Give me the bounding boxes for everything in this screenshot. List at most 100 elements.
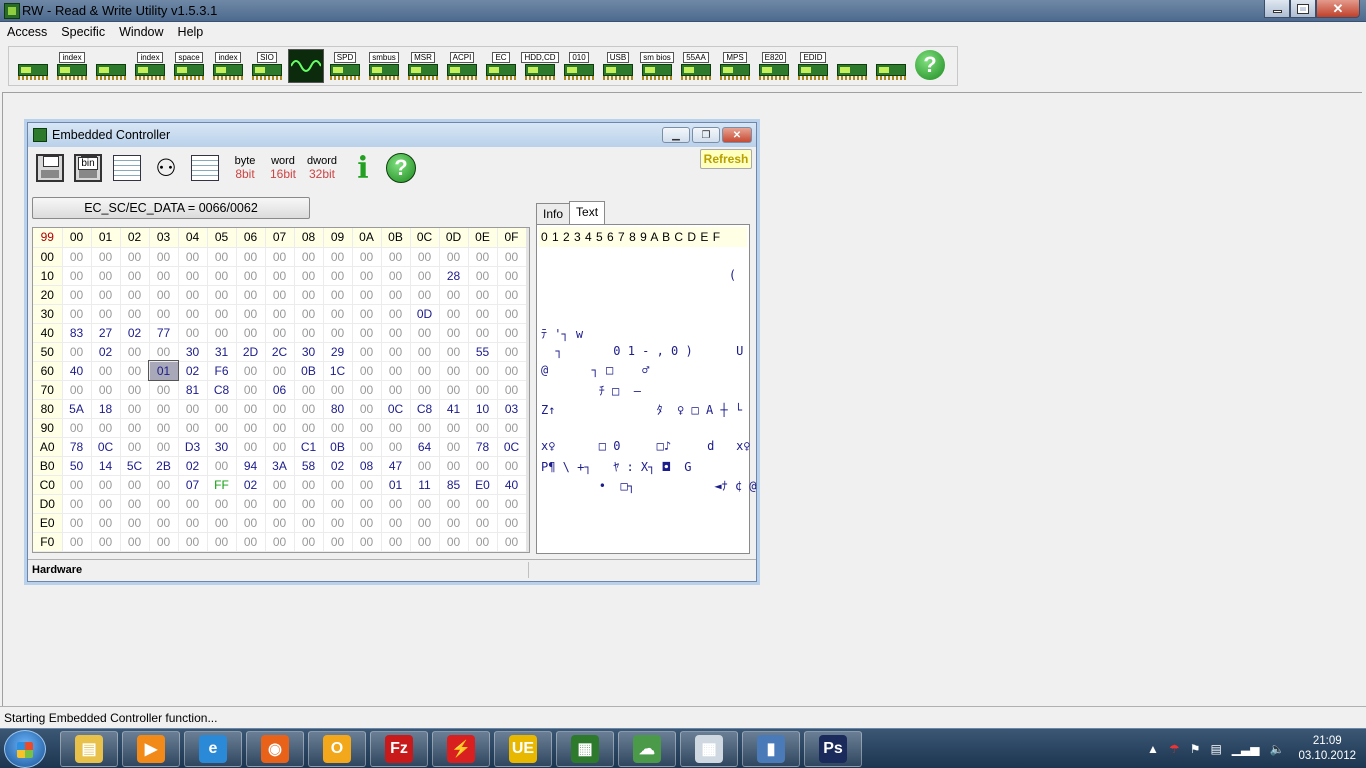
toolbar-edid-button[interactable]: EDID: [795, 49, 831, 83]
hex-cell[interactable]: 00: [178, 399, 208, 419]
hex-cell[interactable]: 00: [410, 285, 440, 305]
taskbar-flashget-button[interactable]: ⚡: [432, 731, 490, 767]
hex-cell[interactable]: D3: [178, 437, 208, 457]
hex-cell[interactable]: 00: [439, 285, 469, 305]
hex-cell[interactable]: 00: [207, 513, 237, 533]
taskbar-outlook-button[interactable]: O: [308, 731, 366, 767]
hex-cell[interactable]: 00: [207, 323, 237, 343]
hex-cell[interactable]: 11: [410, 475, 440, 495]
hex-cell[interactable]: 00: [468, 532, 498, 552]
network-icon[interactable]: ▁▃▅: [1232, 742, 1260, 756]
hex-cell[interactable]: 00: [468, 304, 498, 324]
hex-cell[interactable]: 00: [497, 456, 527, 476]
hex-cell[interactable]: 85: [439, 475, 469, 495]
ec-minimize-button[interactable]: ▁: [662, 127, 690, 143]
hex-cell[interactable]: 00: [178, 266, 208, 286]
hex-cell[interactable]: 00: [410, 494, 440, 514]
ec-window-titlebar[interactable]: Embedded Controller ▁ ❐ ✕: [28, 123, 756, 147]
hex-cell[interactable]: 00: [468, 456, 498, 476]
hex-cell[interactable]: 00: [207, 304, 237, 324]
hex-cell[interactable]: 64: [410, 437, 440, 457]
hex-cell[interactable]: 00: [120, 475, 150, 495]
taskbar-paint-button[interactable]: ▮: [742, 731, 800, 767]
hex-cell[interactable]: 00: [323, 266, 353, 286]
hex-cell[interactable]: 00: [352, 285, 382, 305]
hex-cell[interactable]: 83: [62, 323, 92, 343]
menu-access[interactable]: Access: [0, 22, 54, 42]
info-button[interactable]: i: [346, 151, 380, 186]
hex-cell[interactable]: 00: [323, 380, 353, 400]
hex-cell[interactable]: 00: [439, 323, 469, 343]
hex-cell[interactable]: 00: [149, 437, 179, 457]
hex-cell[interactable]: 80: [323, 399, 353, 419]
taskbar-explorer-button[interactable]: ▤: [60, 731, 118, 767]
hex-cell[interactable]: 00: [178, 285, 208, 305]
hex-cell[interactable]: 00: [236, 399, 266, 419]
toolbar-acpi-button[interactable]: ACPI: [444, 49, 480, 83]
hex-cell[interactable]: 00: [265, 494, 295, 514]
hex-cell[interactable]: 00: [236, 304, 266, 324]
hex-cell[interactable]: 5C: [120, 456, 150, 476]
taskbar-calculator-button[interactable]: ▦: [680, 731, 738, 767]
hex-cell[interactable]: 00: [439, 247, 469, 267]
hex-cell[interactable]: 00: [468, 494, 498, 514]
hex-cell[interactable]: 00: [468, 266, 498, 286]
hex-cell[interactable]: 00: [149, 532, 179, 552]
hex-cell[interactable]: 00: [120, 285, 150, 305]
hex-cell[interactable]: 00: [352, 418, 382, 438]
hex-cell[interactable]: 00: [91, 361, 121, 381]
hex-cell[interactable]: 00: [410, 380, 440, 400]
hex-cell[interactable]: 00: [207, 399, 237, 419]
toolbar-e820-button[interactable]: E820: [756, 49, 792, 83]
hex-cell[interactable]: 00: [120, 532, 150, 552]
hex-cell[interactable]: 01: [148, 360, 179, 381]
toolbar-usb-button[interactable]: USB: [600, 49, 636, 83]
taskbar-rw-button[interactable]: ▦: [556, 731, 614, 767]
hex-cell[interactable]: 00: [439, 513, 469, 533]
hex-cell[interactable]: 00: [410, 342, 440, 362]
hex-cell[interactable]: 00: [91, 475, 121, 495]
hex-cell[interactable]: 00: [381, 285, 411, 305]
menu-specific[interactable]: Specific: [54, 22, 112, 42]
hex-cell[interactable]: 00: [294, 399, 324, 419]
hex-cell[interactable]: 00: [149, 494, 179, 514]
taskbar-network-button[interactable]: ☁: [618, 731, 676, 767]
hex-cell[interactable]: 00: [497, 247, 527, 267]
hex-cell[interactable]: C1: [294, 437, 324, 457]
hex-cell[interactable]: 00: [468, 361, 498, 381]
hex-scrollbar[interactable]: [526, 228, 529, 552]
hex-cell[interactable]: 00: [294, 285, 324, 305]
antivirus-icon[interactable]: ☂: [1169, 742, 1180, 756]
flag-icon[interactable]: ⚑: [1190, 742, 1201, 756]
hex-cell[interactable]: 00: [352, 494, 382, 514]
hex-cell[interactable]: 00: [294, 532, 324, 552]
taskbar-photoshop-button[interactable]: Ps: [804, 731, 862, 767]
hex-cell[interactable]: 00: [120, 304, 150, 324]
hex-cell[interactable]: 00: [468, 247, 498, 267]
hex-cell[interactable]: 00: [149, 513, 179, 533]
hex-cell[interactable]: 00: [149, 380, 179, 400]
hex-cell[interactable]: 2B: [149, 456, 179, 476]
hex-cell[interactable]: 00: [294, 380, 324, 400]
hex-cell[interactable]: 0B: [323, 437, 353, 457]
hex-cell[interactable]: 00: [207, 494, 237, 514]
hex-cell[interactable]: 00: [62, 494, 92, 514]
hex-cell[interactable]: 07: [178, 475, 208, 495]
refresh-button[interactable]: Refresh: [700, 149, 752, 169]
hex-cell[interactable]: 00: [323, 513, 353, 533]
hex-cell[interactable]: 00: [352, 323, 382, 343]
hex-cell[interactable]: 00: [207, 247, 237, 267]
hex-cell[interactable]: 00: [62, 532, 92, 552]
toolbar-command-window-button[interactable]: [834, 49, 870, 83]
toolbar-memory-2-button[interactable]: [93, 49, 129, 83]
save-bin-button[interactable]: bin: [71, 151, 105, 185]
hex-cell[interactable]: 02: [323, 456, 353, 476]
hex-cell[interactable]: 00: [294, 247, 324, 267]
hex-cell[interactable]: 00: [323, 323, 353, 343]
hex-cell[interactable]: 00: [381, 361, 411, 381]
hex-cell[interactable]: 41: [439, 399, 469, 419]
hex-cell[interactable]: 00: [439, 342, 469, 362]
hex-cell[interactable]: 00: [149, 399, 179, 419]
hex-cell[interactable]: 00: [323, 494, 353, 514]
toolbar-help-button[interactable]: ?: [912, 49, 948, 83]
